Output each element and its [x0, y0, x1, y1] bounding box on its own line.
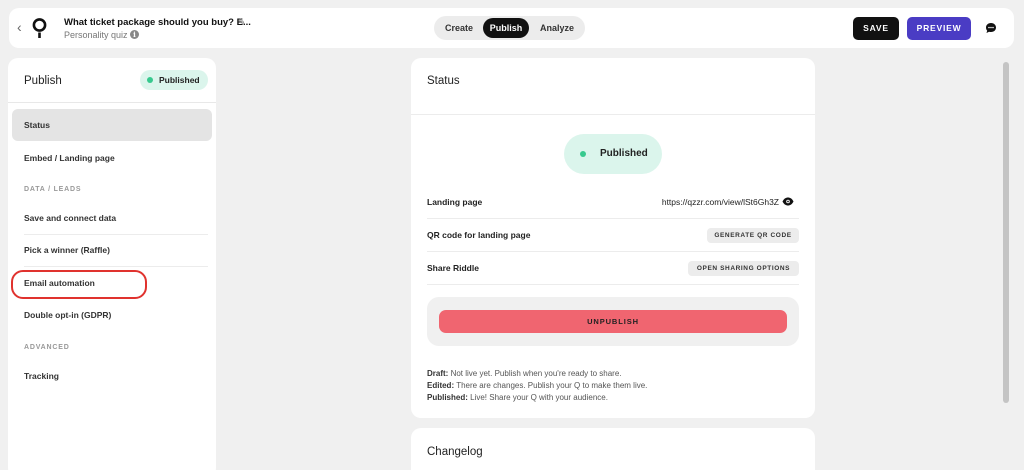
sidebar-item-raffle[interactable]: Pick a winner (Raffle)	[12, 234, 212, 266]
status-dot	[580, 151, 586, 157]
divider	[427, 284, 799, 285]
sidebar-item-double-opt-in[interactable]: Double opt-in (GDPR)	[12, 299, 212, 331]
status-badge: Published	[140, 70, 208, 90]
chat-bubble-icon[interactable]	[985, 22, 997, 34]
unpublish-panel: UNPUBLISH	[427, 297, 799, 346]
legend-text: Not live yet. Publish when you're ready …	[448, 369, 622, 378]
preview-button[interactable]: PREVIEW	[907, 17, 971, 40]
tab-analyze[interactable]: Analyze	[532, 18, 582, 38]
landing-page-label: Landing page	[427, 197, 483, 207]
divider	[427, 218, 799, 219]
share-label: Share Riddle	[427, 263, 479, 273]
mode-tabs: Create Publish Analyze	[434, 16, 585, 40]
chevron-left-icon[interactable]: ‹	[17, 19, 22, 35]
tab-publish[interactable]: Publish	[483, 18, 529, 38]
status-pill-label: Published	[600, 148, 648, 159]
sidebar-item-status[interactable]: Status	[12, 109, 212, 141]
scrollbar-thumb[interactable]	[1003, 62, 1009, 403]
status-card: Status Published Landing page https://qz…	[411, 58, 815, 418]
sidebar-item-embed[interactable]: Embed / Landing page	[12, 142, 212, 174]
legend-term: Published:	[427, 393, 468, 402]
status-badge-label: Published	[159, 75, 200, 85]
quiz-title[interactable]: What ticket package should you buy? E...	[64, 17, 251, 28]
highlight-annotation	[11, 270, 147, 299]
pencil-icon[interactable]: ✎	[238, 17, 246, 28]
riddle-logo-icon[interactable]	[31, 17, 48, 39]
legend-term: Draft:	[427, 369, 449, 378]
legend-text: Live! Share your Q with your audience.	[467, 393, 608, 402]
divider	[427, 251, 799, 252]
card-title: Changelog	[427, 446, 483, 458]
open-sharing-button[interactable]: OPEN SHARING OPTIONS	[688, 261, 799, 276]
sidebar-item-tracking[interactable]: Tracking	[12, 360, 212, 392]
qr-code-label: QR code for landing page	[427, 230, 531, 240]
landing-page-url[interactable]: https://qzzr.com/view/lSt6Gh3Z	[662, 197, 779, 207]
save-button[interactable]: SAVE	[853, 17, 899, 40]
divider	[411, 114, 815, 115]
section-data-leads: DATA / LEADS	[24, 186, 82, 193]
generate-qr-button[interactable]: GENERATE QR CODE	[707, 228, 799, 243]
unpublish-button[interactable]: UNPUBLISH	[439, 310, 787, 333]
legend-edited: Edited: There are changes. Publish your …	[427, 381, 647, 390]
quiz-type: Personality quiz	[64, 30, 128, 40]
legend-draft: Draft: Not live yet. Publish when you're…	[427, 369, 622, 378]
divider	[8, 102, 216, 103]
section-advanced: ADVANCED	[24, 344, 70, 351]
status-dot	[147, 77, 153, 83]
legend-published: Published: Live! Share your Q with your …	[427, 393, 608, 402]
legend-term: Edited:	[427, 381, 455, 390]
publish-sidebar: Publish Published Status Embed / Landing…	[8, 58, 216, 470]
tab-create[interactable]: Create	[438, 18, 480, 38]
info-icon[interactable]: i	[130, 30, 139, 39]
changelog-card: Changelog	[411, 428, 815, 470]
sidebar-title: Publish	[24, 75, 62, 87]
card-title: Status	[427, 75, 460, 87]
eye-icon[interactable]	[782, 197, 794, 206]
sidebar-item-save-data[interactable]: Save and connect data	[12, 202, 212, 234]
status-pill: Published	[564, 134, 662, 174]
legend-text: There are changes. Publish your Q to mak…	[454, 381, 648, 390]
